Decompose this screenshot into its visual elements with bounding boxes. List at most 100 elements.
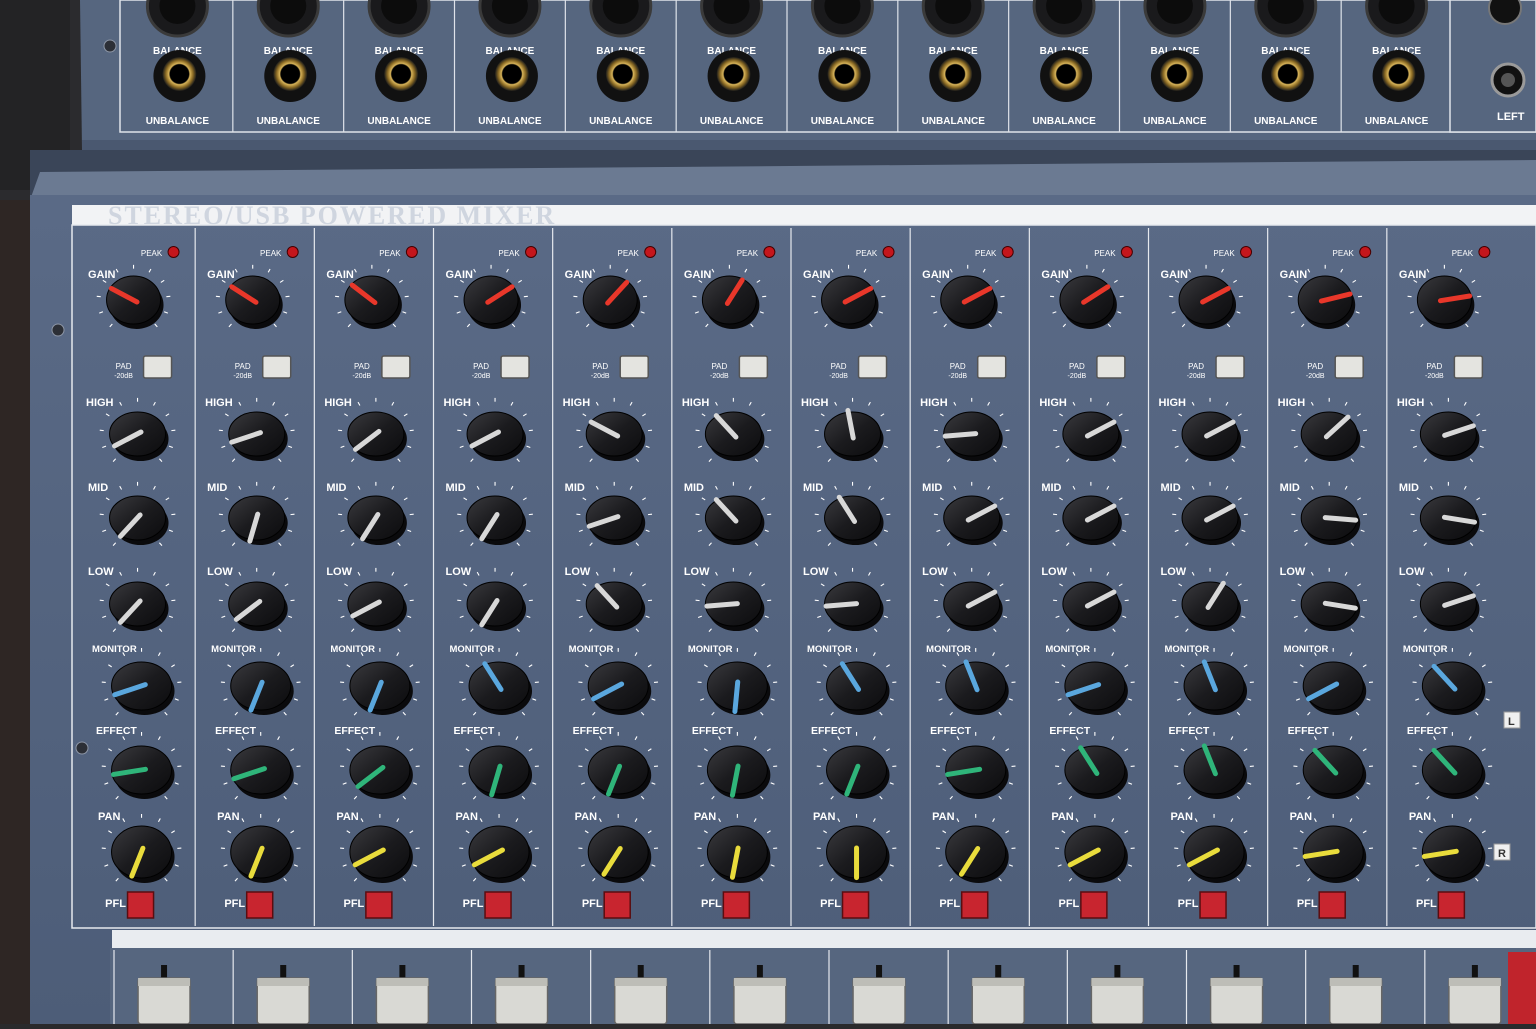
quarter-inch-jack-icon[interactable] <box>162 57 196 91</box>
pfl-button[interactable] <box>1319 892 1345 918</box>
bus-left-label: L <box>1508 716 1515 728</box>
pan-label: PAN <box>932 811 954 823</box>
mid-label: MID <box>1041 482 1061 494</box>
quarter-inch-jack-icon[interactable] <box>1382 57 1416 91</box>
pan-label: PAN <box>217 811 239 823</box>
pfl-label: PFL <box>1058 898 1079 910</box>
quarter-inch-jack-icon[interactable] <box>495 57 529 91</box>
peak-label: PEAK <box>737 249 759 258</box>
unbalance-label: UNBALANCE <box>589 116 653 127</box>
peak-label: PEAK <box>1452 249 1474 258</box>
monitor-label: MONITOR <box>807 644 852 655</box>
low-label: LOW <box>1161 566 1187 578</box>
pad-button[interactable] <box>1335 356 1363 378</box>
peak-label: PEAK <box>379 249 401 258</box>
mid-label: MID <box>207 482 227 494</box>
quarter-inch-jack-icon[interactable] <box>1049 57 1083 91</box>
pfl-button[interactable] <box>485 892 511 918</box>
pad-value-label: -20dB <box>710 373 729 380</box>
effect-label: EFFECT <box>96 725 137 737</box>
pad-button[interactable] <box>739 356 767 378</box>
pad-button[interactable] <box>859 356 887 378</box>
gain-label: GAIN <box>326 269 354 281</box>
mid-label: MID <box>1399 482 1419 494</box>
pfl-button[interactable] <box>723 892 749 918</box>
quarter-inch-jack-icon[interactable] <box>606 57 640 91</box>
quarter-inch-jack-icon[interactable] <box>938 57 972 91</box>
pfl-button[interactable] <box>128 892 154 918</box>
pfl-label: PFL <box>1178 898 1199 910</box>
effect-label: EFFECT <box>811 725 852 737</box>
pad-button[interactable] <box>382 356 410 378</box>
pfl-label: PFL <box>939 898 960 910</box>
mid-label: MID <box>326 482 346 494</box>
master-fader-icon[interactable] <box>1508 952 1536 1024</box>
pan-label: PAN <box>1290 811 1312 823</box>
high-label: HIGH <box>801 397 829 409</box>
pad-button[interactable] <box>620 356 648 378</box>
peak-led-icon <box>883 247 894 258</box>
xlr-jack-icon[interactable] <box>1489 0 1521 24</box>
pfl-button[interactable] <box>1081 892 1107 918</box>
quarter-inch-jack-icon[interactable] <box>1271 57 1305 91</box>
pad-value-label: -20dB <box>948 373 967 380</box>
low-label: LOW <box>207 566 233 578</box>
pad-label: PAD <box>1188 362 1204 371</box>
pad-value-label: -20dB <box>1068 373 1087 380</box>
quarter-inch-jack-icon[interactable] <box>1160 57 1194 91</box>
quarter-inch-jack-icon[interactable] <box>273 57 307 91</box>
monitor-label: MONITOR <box>450 644 495 655</box>
pfl-button[interactable] <box>366 892 392 918</box>
pan-label: PAN <box>1171 811 1193 823</box>
pad-label: PAD <box>235 362 251 371</box>
pfl-button[interactable] <box>247 892 273 918</box>
peak-led-icon <box>764 247 775 258</box>
high-label: HIGH <box>920 397 948 409</box>
pfl-button[interactable] <box>1438 892 1464 918</box>
peak-label: PEAK <box>141 249 163 258</box>
pad-button[interactable] <box>1454 356 1482 378</box>
quarter-inch-jack-icon[interactable] <box>717 57 751 91</box>
pad-button[interactable] <box>1097 356 1125 378</box>
pad-value-label: -20dB <box>353 373 372 380</box>
unbalance-label: UNBALANCE <box>257 116 321 127</box>
pan-label: PAN <box>1051 811 1073 823</box>
pan-label: PAN <box>336 811 358 823</box>
gain-label: GAIN <box>1161 269 1189 281</box>
unbalance-label: UNBALANCE <box>1032 116 1096 127</box>
high-label: HIGH <box>444 397 472 409</box>
monitor-label: MONITOR <box>569 644 614 655</box>
pfl-button[interactable] <box>1200 892 1226 918</box>
peak-led-icon <box>287 247 298 258</box>
pad-button[interactable] <box>501 356 529 378</box>
peak-label: PEAK <box>975 249 997 258</box>
gain-label: GAIN <box>684 269 712 281</box>
pad-label: PAD <box>1307 362 1323 371</box>
peak-label: PEAK <box>260 249 282 258</box>
pad-button[interactable] <box>1216 356 1244 378</box>
pan-label: PAN <box>575 811 597 823</box>
unbalance-label: UNBALANCE <box>1254 116 1318 127</box>
pfl-button[interactable] <box>843 892 869 918</box>
pad-value-label: -20dB <box>233 373 252 380</box>
pad-value-label: -20dB <box>591 373 610 380</box>
pad-button[interactable] <box>144 356 172 378</box>
screw-icon <box>76 742 88 754</box>
pad-button[interactable] <box>978 356 1006 378</box>
peak-led-icon <box>1002 247 1013 258</box>
pfl-button[interactable] <box>604 892 630 918</box>
pad-value-label: -20dB <box>1306 373 1325 380</box>
pad-value-label: -20dB <box>829 373 848 380</box>
high-label: HIGH <box>324 397 352 409</box>
effect-label: EFFECT <box>1407 725 1448 737</box>
pfl-label: PFL <box>224 898 245 910</box>
quarter-inch-jack-icon[interactable] <box>827 57 861 91</box>
pfl-button[interactable] <box>962 892 988 918</box>
pfl-label: PFL <box>701 898 722 910</box>
quarter-inch-jack-icon[interactable] <box>384 57 418 91</box>
peak-label: PEAK <box>498 249 520 258</box>
pad-button[interactable] <box>263 356 291 378</box>
high-label: HIGH <box>1397 397 1425 409</box>
low-label: LOW <box>1280 566 1306 578</box>
pad-label: PAD <box>1069 362 1085 371</box>
